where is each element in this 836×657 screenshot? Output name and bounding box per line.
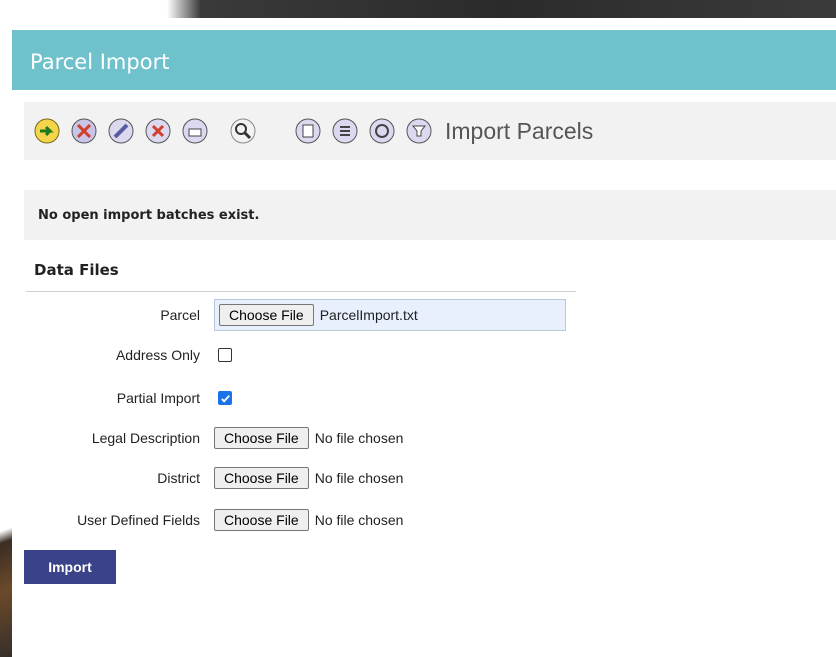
parcel-file-name: ParcelImport.txt bbox=[319, 307, 418, 323]
legal-description-file-input[interactable]: Choose File No file chosen bbox=[214, 423, 403, 453]
district-label: District bbox=[157, 470, 200, 486]
parcel-file-input[interactable]: Choose File ParcelImport.txt bbox=[214, 299, 566, 331]
search-icon[interactable] bbox=[229, 117, 257, 145]
import-button[interactable]: Import bbox=[24, 550, 116, 584]
district-choose-file-button[interactable]: Choose File bbox=[214, 467, 309, 489]
user-defined-fields-choose-file-button[interactable]: Choose File bbox=[214, 509, 309, 531]
section-title-data-files: Data Files bbox=[34, 261, 119, 279]
user-defined-fields-row: User Defined Fields Choose File No file … bbox=[12, 506, 403, 534]
user-defined-fields-label: User Defined Fields bbox=[77, 512, 200, 528]
section-divider bbox=[26, 291, 576, 292]
parcel-label: Parcel bbox=[160, 307, 200, 323]
parcel-import-window: Parcel Import Import Parcels No open imp… bbox=[12, 18, 836, 657]
legal-description-choose-file-button[interactable]: Choose File bbox=[214, 427, 309, 449]
print-icon[interactable] bbox=[181, 117, 209, 145]
partial-import-checkbox[interactable] bbox=[218, 391, 232, 405]
desktop-background bbox=[0, 0, 836, 18]
legal-description-row: Legal Description Choose File No file ch… bbox=[12, 424, 403, 452]
toolbar-title: Import Parcels bbox=[445, 117, 594, 144]
toolbar: Import Parcels bbox=[24, 102, 836, 160]
parcel-choose-file-button[interactable]: Choose File bbox=[219, 304, 314, 326]
parcel-row: Parcel Choose File ParcelImport.txt bbox=[12, 299, 566, 331]
title-bar: Parcel Import bbox=[12, 30, 836, 90]
checkmark-icon bbox=[220, 394, 230, 403]
status-message-panel: No open import batches exist. bbox=[24, 190, 836, 240]
edit-icon[interactable] bbox=[107, 117, 135, 145]
district-row: District Choose File No file chosen bbox=[12, 464, 403, 492]
district-file-status: No file chosen bbox=[314, 470, 404, 486]
report-icon[interactable] bbox=[294, 117, 322, 145]
address-only-row: Address Only bbox=[12, 341, 232, 369]
filter-icon[interactable] bbox=[405, 117, 433, 145]
cancel-icon[interactable] bbox=[70, 117, 98, 145]
list-icon[interactable] bbox=[331, 117, 359, 145]
partial-import-label: Partial Import bbox=[116, 390, 200, 406]
partial-import-row: Partial Import bbox=[12, 384, 232, 412]
legal-description-file-status: No file chosen bbox=[314, 430, 404, 446]
import-icon[interactable] bbox=[33, 117, 61, 145]
address-only-label: Address Only bbox=[115, 347, 200, 363]
window-title: Parcel Import bbox=[30, 50, 170, 74]
status-message: No open import batches exist. bbox=[38, 207, 260, 223]
refresh-icon[interactable] bbox=[368, 117, 396, 145]
address-only-checkbox[interactable] bbox=[218, 348, 232, 362]
district-file-input[interactable]: Choose File No file chosen bbox=[214, 463, 403, 493]
user-defined-fields-file-input[interactable]: Choose File No file chosen bbox=[214, 505, 403, 535]
legal-description-label: Legal Description bbox=[91, 430, 200, 446]
user-defined-fields-file-status: No file chosen bbox=[314, 512, 404, 528]
delete-icon[interactable] bbox=[144, 117, 172, 145]
